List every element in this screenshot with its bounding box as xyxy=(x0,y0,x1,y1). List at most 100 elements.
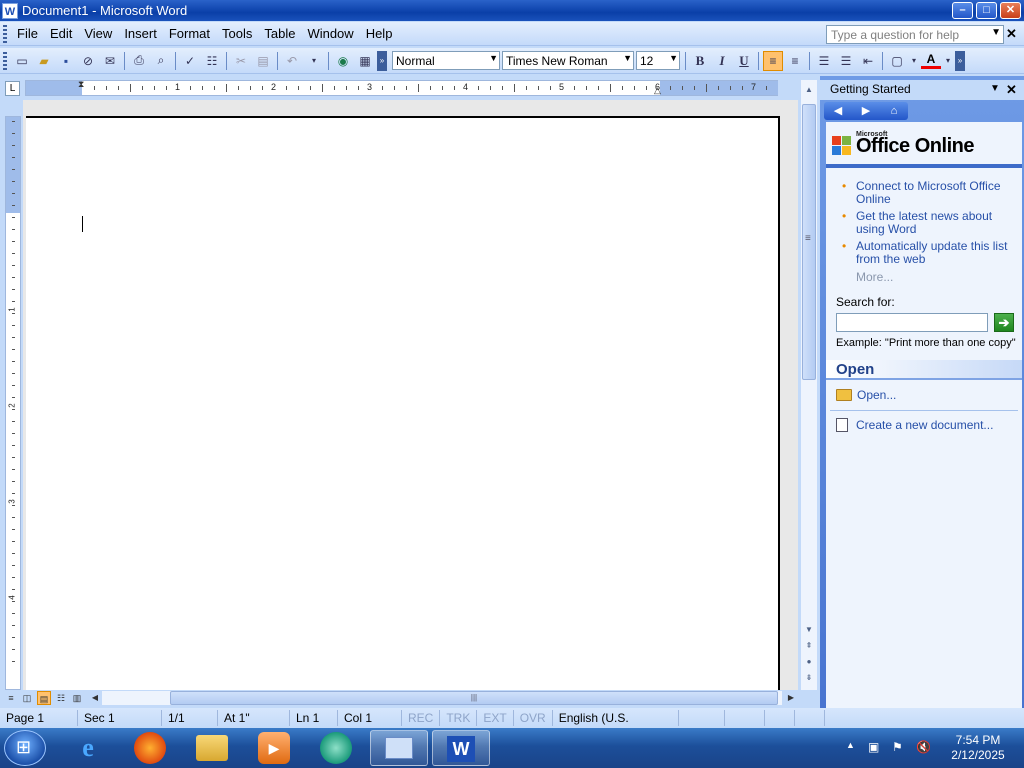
underline-button[interactable]: U xyxy=(734,51,754,71)
font-dropdown-icon[interactable]: ▼ xyxy=(623,53,632,63)
link-latest-news[interactable]: Get the latest news about using Word xyxy=(834,210,1018,236)
menu-table[interactable]: Table xyxy=(258,24,301,43)
menu-help[interactable]: Help xyxy=(360,24,399,43)
new-document-label[interactable]: Create a new document... xyxy=(856,418,993,432)
create-new-document-link[interactable]: Create a new document... xyxy=(836,418,993,432)
font-size-select[interactable]: 12 ▼ xyxy=(636,51,680,70)
clock[interactable]: 7:54 PM 2/12/2025 xyxy=(940,733,1016,763)
style-dropdown-icon[interactable]: ▼ xyxy=(489,53,498,63)
undo-icon[interactable]: ↶ xyxy=(282,51,302,71)
start-button[interactable] xyxy=(4,730,46,766)
chat-app-icon[interactable] xyxy=(320,732,352,764)
more-link[interactable]: More... xyxy=(834,270,1018,284)
style-select[interactable]: Normal ▼ xyxy=(392,51,500,70)
media-player-icon[interactable]: ▶ xyxy=(258,732,290,764)
toolbar-options-icon[interactable]: » xyxy=(377,50,387,71)
scroll-up-icon[interactable]: ▲ xyxy=(801,82,817,98)
tab-selector[interactable]: L xyxy=(5,81,20,96)
bold-button[interactable]: B xyxy=(690,51,710,71)
left-indent-marker[interactable]: ⧗ xyxy=(78,79,84,90)
action-center-flag-icon[interactable]: ⚑ xyxy=(892,740,903,754)
menu-tools[interactable]: Tools xyxy=(216,24,258,43)
vertical-scrollbar[interactable]: ▲ ▼ ⇞ ● ⇟ xyxy=(800,80,817,690)
maximize-button[interactable]: □ xyxy=(976,2,997,19)
network-icon[interactable]: ▣ xyxy=(868,740,879,754)
borders-icon[interactable]: ▢ xyxy=(887,51,907,71)
help-search-input[interactable]: Type a question for help ▼ xyxy=(826,25,1004,44)
menu-file[interactable]: File xyxy=(11,24,44,43)
font-color-icon[interactable]: A xyxy=(921,52,941,69)
file-explorer-icon[interactable] xyxy=(196,735,228,761)
toolbar-grip[interactable] xyxy=(3,51,7,70)
menu-format[interactable]: Format xyxy=(163,24,216,43)
vertical-ruler[interactable]: 1 2 3 4 xyxy=(5,116,21,690)
search-go-button[interactable]: ➔ xyxy=(994,313,1014,332)
help-dropdown-icon[interactable]: ▼ xyxy=(991,27,1001,38)
forward-icon[interactable]: ▶ xyxy=(857,104,875,118)
select-browse-object-icon[interactable]: ● xyxy=(801,654,817,670)
minimize-button[interactable]: – xyxy=(952,2,973,19)
paste-icon[interactable]: ▤ xyxy=(253,51,273,71)
decrease-indent-icon[interactable]: ⇤ xyxy=(858,51,878,71)
menu-window[interactable]: Window xyxy=(301,24,359,43)
link-connect-office-online[interactable]: Connect to Microsoft Office Online xyxy=(834,180,1018,206)
back-icon[interactable]: ◀ xyxy=(829,104,847,118)
taskbar-app-word[interactable]: W xyxy=(432,730,490,766)
normal-view-icon[interactable]: ≡ xyxy=(4,691,18,705)
web-layout-view-icon[interactable]: ◫ xyxy=(20,691,34,705)
show-hidden-icons-icon[interactable]: ▲ xyxy=(846,740,855,750)
toolbar-options-icon[interactable]: » xyxy=(955,50,965,71)
menu-edit[interactable]: Edit xyxy=(44,24,78,43)
scroll-left-icon[interactable]: ◀ xyxy=(88,691,102,705)
home-icon[interactable]: ⌂ xyxy=(885,104,903,118)
link-auto-update[interactable]: Automatically update this list from the … xyxy=(834,240,1018,266)
font-select[interactable]: Times New Roman ▼ xyxy=(502,51,634,70)
status-trk[interactable]: TRK xyxy=(440,710,478,726)
undo-dropdown-icon[interactable]: ▾ xyxy=(304,51,324,71)
numbering-icon[interactable]: ☰ xyxy=(814,51,834,71)
status-ext[interactable]: EXT xyxy=(477,710,514,726)
hyperlink-icon[interactable]: ◉ xyxy=(333,51,353,71)
bullets-icon[interactable]: ☰ xyxy=(836,51,856,71)
open-link-label[interactable]: Open... xyxy=(857,388,896,402)
volume-muted-icon[interactable]: 🔇 xyxy=(916,740,931,754)
spelling-icon[interactable]: ✓ xyxy=(180,51,200,71)
close-document-button[interactable]: ✕ xyxy=(1006,26,1017,42)
new-document-icon[interactable]: ▭ xyxy=(12,51,32,71)
font-size-dropdown-icon[interactable]: ▼ xyxy=(669,53,678,63)
firefox-icon[interactable] xyxy=(134,732,166,764)
internet-explorer-icon[interactable]: e xyxy=(72,732,104,764)
previous-page-icon[interactable]: ⇞ xyxy=(801,638,817,654)
menubar-grip[interactable] xyxy=(3,24,7,43)
reading-layout-view-icon[interactable]: ▥ xyxy=(70,691,84,705)
word-app-icon[interactable]: W xyxy=(2,2,18,19)
scroll-right-icon[interactable]: ▶ xyxy=(784,691,798,705)
open-file-link[interactable]: Open... xyxy=(836,388,896,402)
right-indent-marker[interactable]: △ xyxy=(654,85,661,96)
align-left-icon[interactable]: ≡ xyxy=(763,50,783,71)
print-preview-icon[interactable]: ⌕ xyxy=(151,51,171,71)
open-folder-icon[interactable]: ▰ xyxy=(34,51,54,71)
email-icon[interactable]: ✉ xyxy=(100,51,120,71)
search-input[interactable] xyxy=(836,313,988,332)
table-icon[interactable]: ▦ xyxy=(355,51,375,71)
task-pane-close-icon[interactable]: ✕ xyxy=(1006,82,1017,98)
horizontal-scroll-thumb[interactable]: ||| xyxy=(170,691,778,705)
next-page-icon[interactable]: ⇟ xyxy=(801,670,817,686)
taskbar-app-remote[interactable] xyxy=(370,730,428,766)
close-button[interactable]: ✕ xyxy=(1000,2,1021,19)
menu-view[interactable]: View xyxy=(78,24,118,43)
print-layout-view-icon[interactable]: ▤ xyxy=(37,691,51,705)
task-pane-menu-icon[interactable]: ▼ xyxy=(990,83,1000,94)
borders-dropdown-icon[interactable]: ▾ xyxy=(909,51,919,71)
document-page[interactable] xyxy=(26,116,780,690)
italic-button[interactable]: I xyxy=(712,51,732,71)
status-rec[interactable]: REC xyxy=(402,710,441,726)
align-center-icon[interactable]: ≡ xyxy=(785,51,805,71)
outline-view-icon[interactable]: ☷ xyxy=(54,691,68,705)
cut-icon[interactable]: ✂ xyxy=(231,51,251,71)
research-icon[interactable]: ☷ xyxy=(202,51,222,71)
status-spelling[interactable] xyxy=(679,710,725,726)
save-icon[interactable]: ▪ xyxy=(56,51,76,71)
menu-insert[interactable]: Insert xyxy=(118,24,163,43)
